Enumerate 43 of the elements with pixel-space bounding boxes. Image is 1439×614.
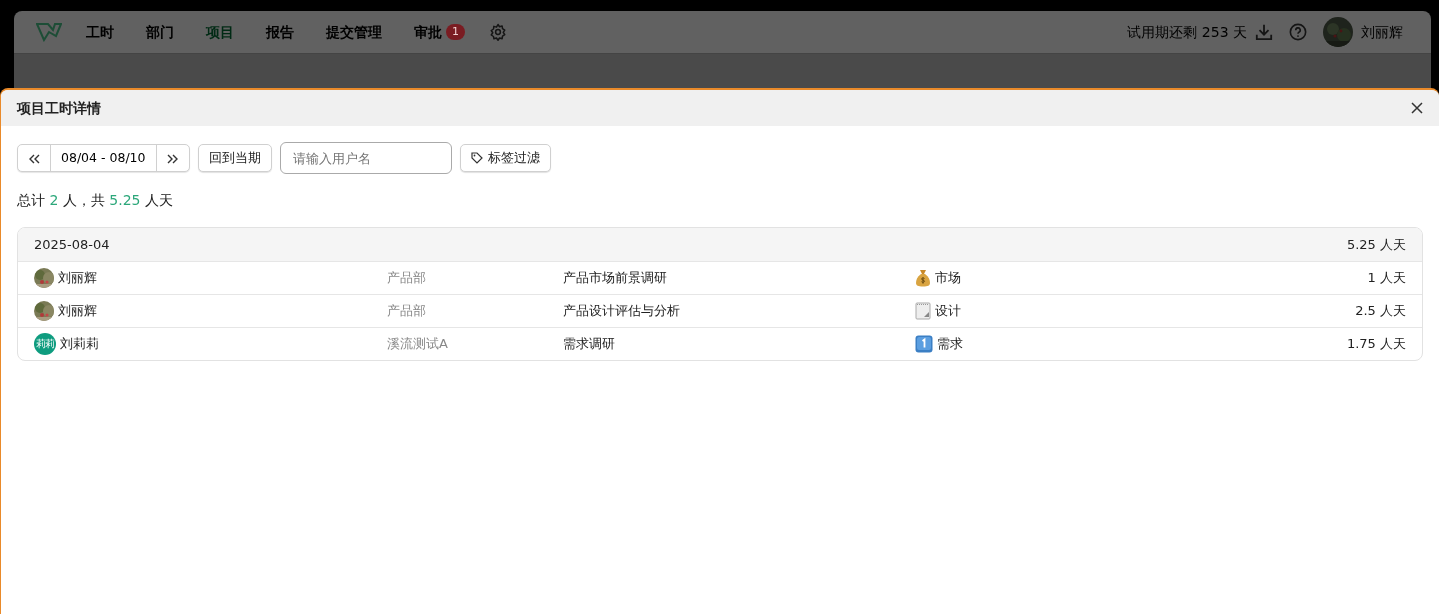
settings-icon[interactable] (489, 23, 507, 41)
tag-label: 设计 (935, 302, 961, 321)
nav-tab[interactable]: 项目 (190, 21, 250, 43)
keycap-icon (915, 335, 933, 353)
nav-tab[interactable]: 工时 (70, 21, 130, 43)
money-bag-icon (915, 269, 931, 287)
tag-icon (470, 152, 484, 164)
tag-label: 市场 (935, 269, 961, 288)
logo-icon[interactable] (36, 22, 62, 42)
nav-tab[interactable]: 提交管理 (310, 21, 398, 43)
hours-cell-text: 2.5 人天 (1355, 302, 1406, 321)
hours-cell-text: 1.75 人天 (1346, 335, 1406, 354)
user-avatar: 莉莉 (34, 333, 56, 355)
tag-filter-button[interactable]: 标签过滤 (459, 144, 551, 172)
task-cell-text: 产品市场前景调研 (563, 269, 668, 288)
current-period-button[interactable]: 回到当期 (197, 144, 272, 172)
department-cell-text: 产品部 (387, 269, 427, 288)
help-icon[interactable] (1289, 23, 1307, 41)
count-badge: 1 (446, 23, 465, 41)
summary-text: 总计 2 人，共 5.25 人天 (17, 191, 174, 210)
nav-tab[interactable]: 报告 (250, 21, 310, 43)
department-cell-text: 溪流测试A (387, 335, 449, 354)
close-button[interactable] (1411, 102, 1423, 114)
nav-tab[interactable]: 部门 (130, 21, 190, 43)
trial-days-text: 试用期还剩 253 天 (1127, 22, 1247, 42)
notepad-icon (915, 302, 931, 320)
total-hours: 5.25 人天 (1346, 235, 1406, 254)
nav-tab[interactable]: 审批 1 (398, 21, 481, 43)
double-chevron-right-icon (166, 153, 179, 164)
user-name[interactable]: 刘丽辉 (1361, 21, 1403, 43)
hours-cell-text: 1 人天 (1367, 269, 1406, 288)
dialog-title: 项目工时详情 (17, 98, 101, 118)
download-icon[interactable] (1255, 23, 1273, 41)
user-name: 刘丽辉 (58, 269, 97, 288)
user-name: 刘丽辉 (58, 302, 97, 321)
department-cell-text: 产品部 (387, 302, 427, 321)
task-cell-text: 产品设计评估与分析 (563, 302, 681, 321)
task-cell-text: 需求调研 (563, 335, 616, 354)
double-chevron-left-icon (28, 153, 40, 164)
date-header: 2025-08-04 (34, 235, 110, 254)
user-name: 刘莉莉 (60, 335, 99, 354)
tag-label: 需求 (937, 335, 963, 354)
username-search-field[interactable]: 请输入用户名 (279, 142, 452, 174)
